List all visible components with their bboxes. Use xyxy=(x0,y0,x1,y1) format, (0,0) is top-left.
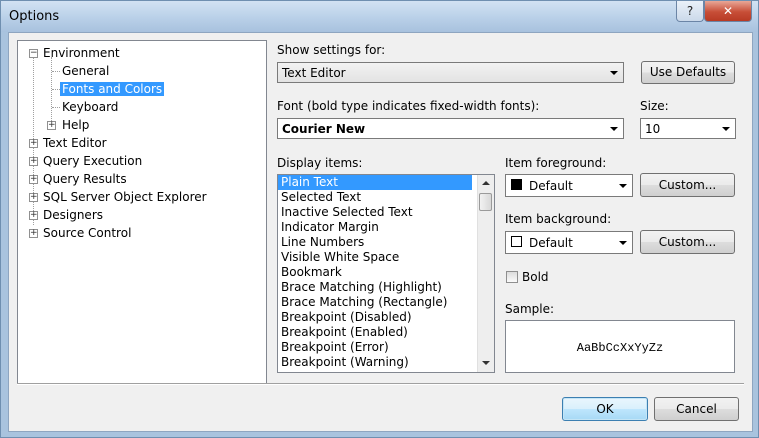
tree-item-label: Query Execution xyxy=(43,154,143,168)
list-item[interactable]: Brace Matching (Rectangle) xyxy=(278,295,494,310)
list-item[interactable]: Selected Text xyxy=(278,190,494,205)
cancel-button[interactable]: Cancel xyxy=(654,397,739,421)
tree-item-fonts-and-colors[interactable]: Fonts and Colors xyxy=(60,81,165,97)
footer-divider xyxy=(17,383,744,385)
display-items-list[interactable]: Plain Text Selected Text Inactive Select… xyxy=(277,174,495,373)
vertical-scrollbar[interactable] xyxy=(477,175,494,372)
ok-button[interactable]: OK xyxy=(562,397,648,421)
item-background-label: Item background: xyxy=(505,212,612,226)
show-settings-dropdown[interactable]: Text Editor xyxy=(277,62,624,83)
tree-item-label: Designers xyxy=(43,208,103,222)
expand-icon[interactable]: + xyxy=(29,229,38,238)
tree-item-label: Text Editor xyxy=(43,136,107,150)
window-title: Options xyxy=(9,9,60,24)
scrollbar-thumb[interactable] xyxy=(479,193,492,211)
bold-label: Bold xyxy=(522,270,549,284)
item-foreground-value: Default xyxy=(529,179,573,193)
expand-icon[interactable]: + xyxy=(29,193,38,202)
close-icon: ✕ xyxy=(722,4,734,18)
foreground-custom-button[interactable]: Custom... xyxy=(640,173,735,197)
list-item[interactable]: Line Numbers xyxy=(278,235,494,250)
tree-guide-line xyxy=(52,71,60,72)
expand-icon[interactable]: + xyxy=(47,121,56,130)
tree-guide-line xyxy=(52,89,60,90)
tree-item-label: Fonts and Colors xyxy=(60,82,165,96)
sample-preview: AaBbCcXxYyZz xyxy=(505,320,735,373)
list-item[interactable]: Breakpoint (Warning) xyxy=(278,355,494,370)
chevron-down-icon xyxy=(722,127,730,131)
size-value: 10 xyxy=(645,122,661,136)
list-item[interactable]: Indicator Margin xyxy=(278,220,494,235)
list-item[interactable]: Inactive Selected Text xyxy=(278,205,494,220)
options-dialog: Options ? ✕ − Environment General Fonts … xyxy=(0,0,759,438)
list-item[interactable]: Plain Text xyxy=(278,175,472,190)
sample-text: AaBbCcXxYyZz xyxy=(576,341,664,355)
use-defaults-button[interactable]: Use Defaults xyxy=(641,61,735,84)
display-items-label: Display items: xyxy=(277,156,363,170)
chevron-down-icon xyxy=(610,127,618,131)
show-settings-label: Show settings for: xyxy=(277,43,386,57)
tree-item-label: Keyboard xyxy=(62,100,119,114)
item-foreground-dropdown[interactable]: Default xyxy=(505,174,633,197)
tree-item-label: Query Results xyxy=(43,172,127,186)
tree-item-label: Environment xyxy=(43,46,120,60)
chevron-down-icon xyxy=(619,184,627,188)
close-button[interactable]: ✕ xyxy=(704,1,752,22)
font-label: Font (bold type indicates fixed-width fo… xyxy=(277,99,540,113)
tree-item-general[interactable]: General xyxy=(62,63,109,79)
dialog-body: − Environment General Fonts and Colors K… xyxy=(8,32,753,432)
expand-icon[interactable]: + xyxy=(29,211,38,220)
font-dropdown[interactable]: Courier New xyxy=(277,118,624,139)
chevron-down-icon xyxy=(619,241,627,245)
size-label: Size: xyxy=(640,99,669,113)
chevron-down-icon xyxy=(610,71,618,75)
tree-item-keyboard[interactable]: Keyboard xyxy=(62,99,118,115)
background-custom-button[interactable]: Custom... xyxy=(640,230,735,254)
item-foreground-label: Item foreground: xyxy=(505,156,607,170)
list-item[interactable]: Breakpoint (Disabled) xyxy=(278,310,494,325)
expand-icon[interactable]: + xyxy=(29,157,38,166)
expand-icon[interactable]: + xyxy=(29,139,38,148)
list-item[interactable]: Breakpoint (Enabled) xyxy=(278,325,494,340)
item-background-value: Default xyxy=(529,236,573,250)
collapse-icon[interactable]: − xyxy=(29,49,38,58)
tree-item-label: Help xyxy=(62,118,90,132)
show-settings-value: Text Editor xyxy=(282,66,346,80)
color-swatch xyxy=(511,179,522,190)
tree-item-label: Source Control xyxy=(43,226,132,240)
help-button[interactable]: ? xyxy=(676,1,704,22)
color-swatch xyxy=(511,236,522,247)
item-background-dropdown[interactable]: Default xyxy=(505,231,633,254)
options-tree[interactable]: − Environment General Fonts and Colors K… xyxy=(17,40,267,384)
size-dropdown[interactable]: 10 xyxy=(640,118,736,139)
tree-guide-line xyxy=(52,107,60,108)
list-item[interactable]: Visible White Space xyxy=(278,250,494,265)
font-value: Courier New xyxy=(282,122,366,136)
list-item[interactable]: Bookmark xyxy=(278,265,494,280)
list-item[interactable]: Brace Matching (Highlight) xyxy=(278,280,494,295)
scroll-down-arrow-icon[interactable] xyxy=(482,361,490,365)
expand-icon[interactable]: + xyxy=(29,175,38,184)
tree-item-label: SQL Server Object Explorer xyxy=(43,190,207,204)
scroll-up-arrow-icon[interactable] xyxy=(482,181,490,185)
list-item[interactable]: Breakpoint (Error) xyxy=(278,340,494,355)
title-bar[interactable]: Options ? ✕ xyxy=(1,1,758,32)
sample-label: Sample: xyxy=(505,302,555,316)
tree-item-label: General xyxy=(62,64,110,78)
bold-checkbox[interactable] xyxy=(506,271,518,283)
